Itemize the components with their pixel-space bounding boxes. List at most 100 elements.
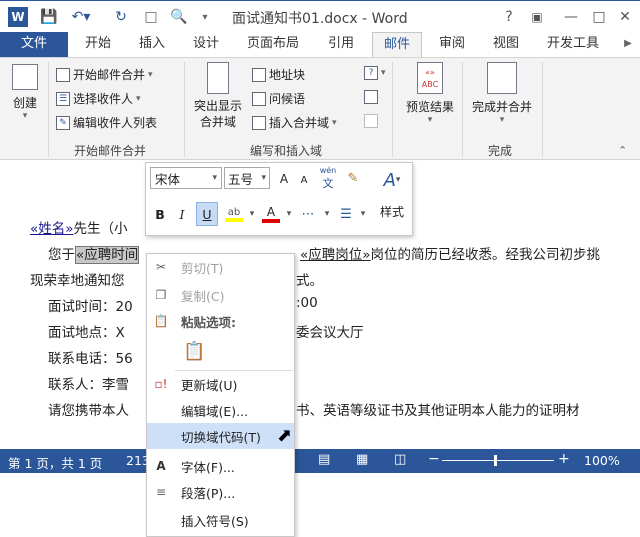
chevron-down-icon[interactable]: ▾ xyxy=(358,203,368,225)
chevron-down-icon[interactable]: ▾ xyxy=(247,203,257,225)
italic-button[interactable]: I xyxy=(172,203,192,225)
insert-field-icon xyxy=(252,115,266,130)
insert-merge-field-button[interactable]: 插入合并域 ▾ xyxy=(252,114,337,131)
menu-item-cut[interactable]: ✂ 剪切(T) xyxy=(147,254,294,280)
tab-home[interactable]: 开始 xyxy=(76,32,120,58)
match-fields-icon xyxy=(364,90,378,104)
address-block-button[interactable]: 地址块 xyxy=(252,66,305,83)
collapse-ribbon-icon[interactable]: ⌃ xyxy=(618,144,627,157)
highlight-color-swatch xyxy=(225,217,243,222)
grow-font-button[interactable]: A xyxy=(276,169,292,189)
status-bar: 第 1 页，共 1 页 213 ▤ ▦ ◫ − + 100% xyxy=(0,449,640,473)
highlight-fields-icon xyxy=(207,62,229,94)
font-name-combo[interactable]: 宋体 ▾ xyxy=(150,167,222,189)
format-painter-icon[interactable]: ✎ xyxy=(344,169,362,187)
menu-item-paragraph[interactable]: ≡ 段落(P)... xyxy=(147,479,294,505)
address-block-icon xyxy=(252,67,266,82)
minimize-icon[interactable]: — xyxy=(562,7,580,27)
chevron-down-icon[interactable]: ▾ xyxy=(261,173,266,183)
font-icon: A xyxy=(156,459,166,473)
tab-view[interactable]: 视图 xyxy=(484,32,528,58)
bold-button[interactable]: B xyxy=(150,203,170,225)
page-count[interactable]: 第 1 页，共 1 页 xyxy=(8,453,102,472)
shrink-font-button[interactable]: A xyxy=(296,171,312,189)
greeting-line-button[interactable]: 问候语 xyxy=(252,90,305,107)
menu-item-update-field[interactable]: ▫! 更新域(U) xyxy=(147,371,294,397)
chevron-down-icon[interactable]: ▾ xyxy=(322,203,332,225)
chevron-down-icon[interactable]: ▾ xyxy=(212,173,217,183)
tab-scroll-right-icon[interactable]: ▶ xyxy=(618,32,638,58)
start-mail-merge-button[interactable]: 开始邮件合并 ▾ xyxy=(56,66,153,83)
name-merge-field[interactable]: «姓名» xyxy=(30,221,74,237)
zoom-slider[interactable] xyxy=(442,460,554,461)
zoom-slider-thumb[interactable] xyxy=(494,455,497,466)
print-layout-icon[interactable]: ▦ xyxy=(356,452,368,467)
ribbon: 创建 ▾ 开始邮件合并 ▾ ☰ 选择收件人 ▾ ✎ 编辑收件人列表 开始邮件合并 突出显… xyxy=(0,57,640,160)
menu-item-toggle-field-codes[interactable]: 切换域代码(T) xyxy=(147,423,294,449)
zoom-level[interactable]: 100% xyxy=(584,453,620,468)
tab-insert[interactable]: 插入 xyxy=(130,32,174,58)
zoom-in-button[interactable]: + xyxy=(558,451,570,467)
ribbon-display-options-icon[interactable]: ▣ xyxy=(528,7,546,27)
rules-button[interactable]: ? ▾ xyxy=(364,66,386,80)
menu-item-copy[interactable]: ❐ 复制(C) xyxy=(147,282,294,308)
styles-icon[interactable]: A ▾ xyxy=(374,167,410,193)
group-label-finish: 完成 xyxy=(488,144,513,158)
create-button[interactable]: 创建 ▾ xyxy=(6,64,44,121)
highlight-color-button[interactable]: ab xyxy=(222,203,246,225)
bullets-icon[interactable]: ⋯ xyxy=(296,203,320,225)
match-fields-button[interactable] xyxy=(364,90,378,104)
underline-button[interactable]: U xyxy=(196,202,218,226)
tab-review[interactable]: 审阅 xyxy=(430,32,474,58)
update-field-icon: ▫! xyxy=(154,377,168,391)
title-bar: W 💾 ↶▾ ↻ □ 🔍 ▾ 面试通知书01.docx - Word ? ▣ —… xyxy=(0,0,640,32)
tab-design[interactable]: 设计 xyxy=(184,32,228,58)
preview-results-button[interactable]: «» ABC 预览结果 ▾ xyxy=(400,62,460,125)
highlight-merge-fields-button[interactable]: 突出显示 合并域 xyxy=(188,62,248,130)
new-document-icon[interactable]: □ xyxy=(142,7,160,27)
customize-toolbar-icon[interactable]: ▾ xyxy=(198,7,212,27)
tab-developer[interactable]: 开发工具 xyxy=(538,32,608,58)
copy-icon: ❐ xyxy=(155,288,167,302)
help-icon[interactable]: ? xyxy=(500,7,518,27)
group-label-start-merge: 开始邮件合并 xyxy=(74,144,147,158)
styles-label[interactable]: 样式 xyxy=(374,203,410,219)
group-label-write-insert: 编写和插入域 xyxy=(250,144,323,158)
greeting-line-icon xyxy=(252,91,266,106)
apply-time-merge-field[interactable]: «应聘时间 xyxy=(75,246,140,264)
background-area xyxy=(0,473,640,537)
web-layout-icon[interactable]: ◫ xyxy=(394,452,406,467)
font-size-combo[interactable]: 五号 ▾ xyxy=(224,167,270,189)
menu-item-font[interactable]: A 字体(F)... xyxy=(147,453,294,479)
paste-keep-text-option[interactable]: 📋 xyxy=(147,336,294,366)
edit-recipient-list-button[interactable]: ✎ 编辑收件人列表 xyxy=(56,114,157,131)
menu-item-insert-symbol[interactable]: 插入符号(S) xyxy=(147,507,294,533)
zoom-out-button[interactable]: − xyxy=(428,451,440,467)
read-mode-icon[interactable]: ▤ xyxy=(318,452,330,467)
separator xyxy=(462,62,463,157)
redo-icon[interactable]: ↻ xyxy=(112,7,130,27)
phonetic-guide-button[interactable]: wén 文 xyxy=(318,166,338,190)
print-preview-icon[interactable]: 🔍 xyxy=(170,7,188,27)
save-icon[interactable]: 💾 xyxy=(40,7,58,27)
select-recipients-button[interactable]: ☰ 选择收件人 ▾ xyxy=(56,90,141,107)
undo-icon[interactable]: ↶▾ xyxy=(68,7,94,27)
apply-position-merge-field[interactable]: «应聘岗位» xyxy=(300,247,371,263)
tab-page-layout[interactable]: 页面布局 xyxy=(240,32,306,58)
tab-references[interactable]: 引用 xyxy=(318,32,364,58)
preview-abc-icon: «» ABC xyxy=(417,62,443,94)
mini-toolbar: 宋体 ▾ 五号 ▾ A A wén 文 ✎ A ▾ 样式 B I U ab ▾ A ▾ … xyxy=(145,162,413,236)
separator xyxy=(184,62,185,157)
close-icon[interactable]: ✕ xyxy=(616,7,634,27)
font-color-button[interactable]: A xyxy=(260,203,282,225)
paste-icon: 📋 xyxy=(183,340,206,362)
finish-merge-button[interactable]: 完成并合并 ▾ xyxy=(466,62,538,125)
update-labels-button xyxy=(364,114,378,128)
envelope-icon xyxy=(12,64,38,90)
tab-mailings[interactable]: 邮件 xyxy=(372,32,422,59)
chevron-down-icon[interactable]: ▾ xyxy=(284,203,294,225)
tab-file[interactable]: 文件 xyxy=(0,32,68,58)
maximize-icon[interactable]: □ xyxy=(590,7,608,27)
numbering-icon[interactable]: ☰ xyxy=(334,203,358,225)
menu-item-edit-field[interactable]: 编辑域(E)... xyxy=(147,397,294,423)
